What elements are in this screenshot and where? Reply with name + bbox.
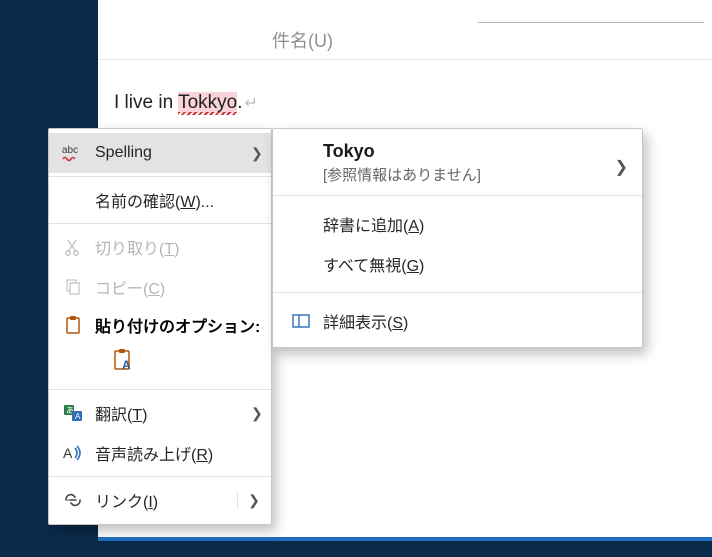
link-icon — [61, 488, 85, 512]
svg-text:A: A — [75, 412, 81, 421]
paragraph-mark-icon: ↵ — [245, 95, 258, 112]
subject-field-underline — [478, 22, 704, 23]
chevron-right-icon: ❯ — [615, 157, 628, 177]
spelling-suggestion[interactable]: Tokyo [参照情報はありません] ❯ — [273, 137, 642, 187]
blank-icon — [289, 252, 313, 276]
svg-text:A: A — [122, 358, 131, 372]
blank-icon — [61, 188, 85, 212]
subject-placeholder[interactable]: 件名(U) — [272, 27, 333, 53]
chevron-right-icon: ❯ — [251, 405, 261, 422]
menu-item-cut: 切り取り(T) — [49, 227, 271, 267]
menu-separator — [49, 476, 271, 477]
chevron-right-icon: ❯ — [251, 145, 261, 162]
svg-text:A: A — [63, 445, 73, 461]
menu-label: 名前の確認(W)... — [95, 188, 261, 212]
menu-item-check-names[interactable]: 名前の確認(W)... — [49, 180, 271, 220]
menu-label: 切り取り(T) — [95, 235, 261, 259]
menu-label: 辞書に追加(A) — [323, 212, 626, 236]
menu-label: コピー(C) — [95, 275, 261, 299]
body-text-prefix: I live in — [114, 92, 178, 113]
suggestion-reference: [参照情報はありません] — [323, 164, 626, 185]
body-text-suffix: . — [237, 92, 242, 113]
read-aloud-icon: A — [61, 441, 85, 465]
header-separator — [98, 59, 712, 60]
menu-item-ignore-all[interactable]: すべて無視(G) — [273, 244, 642, 284]
menu-item-spelling[interactable]: abc Spelling ❯ — [49, 133, 271, 173]
copy-icon — [61, 275, 85, 299]
svg-text:abc: abc — [62, 145, 78, 156]
menu-label: 翻訳(T) — [95, 401, 251, 425]
menu-separator — [273, 292, 642, 293]
clipboard-icon — [61, 313, 85, 337]
menu-separator — [49, 389, 271, 390]
message-body[interactable]: I live in Tokkyo.↵ — [114, 92, 258, 114]
menu-item-details[interactable]: 詳細表示(S) — [273, 301, 642, 341]
spelling-abc-icon: abc — [61, 141, 85, 165]
menu-separator — [49, 176, 271, 177]
menu-item-copy: コピー(C) — [49, 267, 271, 307]
menu-item-add-to-dictionary[interactable]: 辞書に追加(A) — [273, 204, 642, 244]
context-menu: abc Spelling ❯ 名前の確認(W)... 切り取り(T) コピー(C… — [48, 128, 272, 525]
scissors-icon — [61, 235, 85, 259]
misspelled-word[interactable]: Tokkyo — [178, 92, 237, 113]
paste-keep-text-button[interactable]: A — [107, 343, 141, 377]
menu-separator — [49, 223, 271, 224]
menu-item-paste-options: 貼り付けのオプション: A — [49, 307, 271, 386]
menu-label: Spelling — [95, 144, 251, 162]
menu-label: すべて無視(G) — [323, 252, 626, 276]
menu-separator — [273, 195, 642, 196]
menu-item-read-aloud[interactable]: A 音声読み上げ(R) — [49, 433, 271, 473]
details-pane-icon — [289, 309, 313, 333]
blank-icon — [289, 212, 313, 236]
menu-label: リンク(I) — [95, 488, 231, 512]
menu-label: 音声読み上げ(R) — [95, 441, 261, 465]
translate-icon: あA — [61, 401, 85, 425]
suggestion-text: Tokyo — [323, 141, 626, 162]
chevron-right-icon[interactable]: ❯ — [237, 492, 261, 509]
spelling-submenu: Tokyo [参照情報はありません] ❯ 辞書に追加(A) すべて無視(G) 詳… — [272, 128, 643, 348]
menu-item-translate[interactable]: あA 翻訳(T) ❯ — [49, 393, 271, 433]
menu-label: 貼り付けのオプション: — [95, 313, 261, 337]
menu-item-link[interactable]: リンク(I) ❯ — [49, 480, 271, 520]
window-accent-bar — [98, 537, 712, 541]
subject-row: 件名(U) — [98, 20, 712, 60]
menu-label: 詳細表示(S) — [323, 309, 626, 333]
